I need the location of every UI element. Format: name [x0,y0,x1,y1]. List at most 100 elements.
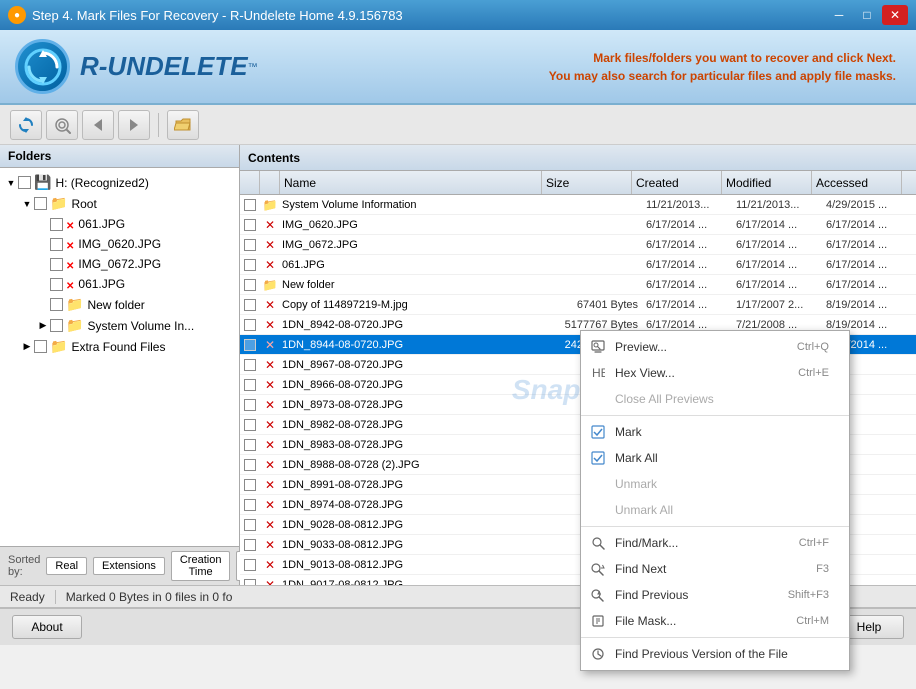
file-checkbox[interactable] [50,218,63,231]
column-headers: Name Size Created Modified Accessed [240,171,916,195]
file-name: IMG_0672.JPG [280,239,556,251]
ctx-filemask-shortcut: Ctrl+M [796,615,829,627]
row-checkbox[interactable] [240,199,260,211]
ctx-hexview[interactable]: HEX Hex View... Ctrl+E [581,360,849,386]
delete-icon: ✕ [260,498,280,512]
file-row[interactable]: 📁 New folder 6/17/2014 ... 6/17/2014 ...… [240,275,916,295]
next-scan-button[interactable] [118,110,150,140]
file-checkbox[interactable] [50,319,63,332]
tree-item-061jpg[interactable]: ✕ 061.JPG [4,214,235,234]
tree-item-061b[interactable]: ✕ 061.JPG [4,274,235,294]
sort-real-button[interactable]: Real [46,557,87,575]
row-checkbox[interactable] [240,239,260,251]
col-size-header[interactable]: Size [542,171,632,194]
file-checkbox[interactable] [34,340,47,353]
minimize-button[interactable]: ─ [826,5,852,25]
logo-text: R-UNDELETE [80,51,248,81]
about-button[interactable]: About [12,615,82,639]
row-checkbox[interactable] [240,459,260,471]
file-row[interactable]: ✕ IMG_0620.JPG 6/17/2014 ... 6/17/2014 .… [240,215,916,235]
tree-item-drive[interactable]: ▼ 💾 H: (Recognized2) [4,172,235,193]
ctx-markall[interactable]: Mark All [581,445,849,471]
refresh-button[interactable] [10,110,42,140]
ctx-preview-shortcut: Ctrl+Q [797,341,829,353]
file-row[interactable]: ✕ IMG_0672.JPG 6/17/2014 ... 6/17/2014 .… [240,235,916,255]
row-checkbox[interactable] [240,359,260,371]
title-bar-left: ● Step 4. Mark Files For Recovery - R-Un… [8,6,403,24]
tree-item-sysvolinfo[interactable]: ▶ 📁 System Volume In... [4,315,235,336]
context-menu: Preview... Ctrl+Q HEX Hex View... Ctrl+E… [580,330,850,671]
file-name: New folder [280,279,556,291]
ctx-findprevver[interactable]: Find Previous Version of the File [581,641,849,667]
row-checkbox[interactable] [240,499,260,511]
row-checkbox[interactable] [240,279,260,291]
row-checkbox[interactable] [240,419,260,431]
sort-label: Sorted by: [8,554,40,578]
folder-icon: 📁 [260,278,280,292]
maximize-button[interactable]: □ [854,5,880,25]
col-name-header[interactable]: Name [280,171,542,194]
file-row[interactable]: ✕ Copy of 114897219-M.jpg 67401 Bytes 6/… [240,295,916,315]
scan-button[interactable] [46,110,78,140]
expander[interactable]: ▶ [36,319,50,333]
row-checkbox[interactable] [240,339,260,351]
col-created-header[interactable]: Created [632,171,722,194]
prev-button[interactable] [82,110,114,140]
ctx-findmark[interactable]: Find/Mark... Ctrl+F [581,530,849,556]
row-checkbox[interactable] [240,559,260,571]
row-checkbox[interactable] [240,399,260,411]
findnext-icon [589,560,607,578]
findmark-icon [589,534,607,552]
file-row[interactable]: 📁 System Volume Information 11/21/2013..… [240,195,916,215]
tree-item-img0620[interactable]: ✕ IMG_0620.JPG [4,234,235,254]
row-checkbox[interactable] [240,219,260,231]
tree-expander-root[interactable]: ▼ [20,197,34,211]
file-checkbox[interactable] [50,298,63,311]
file-row[interactable]: ✕ 061.JPG 6/17/2014 ... 6/17/2014 ... 6/… [240,255,916,275]
delete-icon: ✕ [260,338,280,352]
col-accessed-header[interactable]: Accessed [812,171,902,194]
tree-item-root[interactable]: ▼ 📁 Root [4,193,235,214]
ctx-hexview-label: Hex View... [615,366,790,380]
ctx-preview[interactable]: Preview... Ctrl+Q [581,334,849,360]
row-checkbox[interactable] [240,319,260,331]
file-name: 1DN_8973-08-0728.JPG [280,399,556,411]
logo-text-area: R-UNDELETE™ [80,51,258,82]
row-checkbox[interactable] [240,479,260,491]
delete-icon: ✕ [260,218,280,232]
file-name: IMG_0620.JPG [280,219,556,231]
tree-item-extrafound[interactable]: ▶ 📁 Extra Found Files [4,336,235,357]
row-checkbox[interactable] [240,519,260,531]
title-text: Step 4. Mark Files For Recovery - R-Unde… [32,8,403,23]
col-modified-header[interactable]: Modified [722,171,812,194]
row-checkbox[interactable] [240,539,260,551]
tree-item-newfolder[interactable]: 📁 New folder [4,294,235,315]
sort-bar: Sorted by: Real Extensions Creation Time… [0,546,239,585]
ctx-findnext[interactable]: Find Next F3 [581,556,849,582]
sort-extensions-button[interactable]: Extensions [93,557,165,575]
file-created: 6/17/2014 ... [646,219,736,231]
row-checkbox[interactable] [240,299,260,311]
tree-item-img0672[interactable]: ✕ IMG_0672.JPG [4,254,235,274]
row-checkbox[interactable] [240,579,260,586]
tree-expander[interactable]: ▼ [4,176,18,190]
file-checkbox[interactable] [50,258,63,271]
file-checkbox[interactable] [50,238,63,251]
expander[interactable]: ▶ [20,340,34,354]
open-folder-button[interactable] [167,110,199,140]
drive-label: H: (Recognized2) [55,176,148,190]
ctx-mark[interactable]: Mark [581,419,849,445]
sort-creation-button[interactable]: Creation Time [171,551,231,581]
unmarkall-icon [589,501,607,519]
file-checkbox[interactable] [50,278,63,291]
ctx-findprev[interactable]: Find Previous Shift+F3 [581,582,849,608]
close-button[interactable]: ✕ [882,5,908,25]
file-accessed: 4/29/2015 ... [826,199,916,211]
row-checkbox[interactable] [240,439,260,451]
unmark-icon [589,475,607,493]
root-checkbox[interactable] [34,197,47,210]
row-checkbox[interactable] [240,379,260,391]
drive-checkbox[interactable] [18,176,31,189]
row-checkbox[interactable] [240,259,260,271]
ctx-filemask[interactable]: File Mask... Ctrl+M [581,608,849,634]
